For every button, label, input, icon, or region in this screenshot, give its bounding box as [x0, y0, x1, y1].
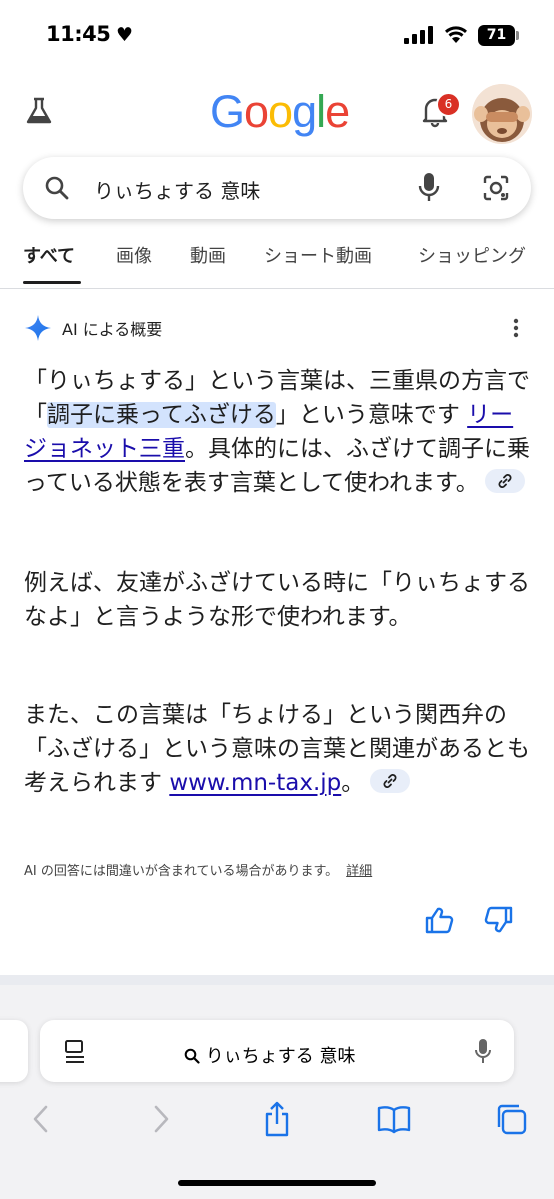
home-indicator — [178, 1180, 376, 1186]
logo-letter: o — [244, 86, 269, 137]
previous-tab-preview[interactable] — [0, 1020, 28, 1082]
notification-badge: 6 — [436, 92, 461, 117]
status-time: 11:45 — [46, 22, 111, 46]
wifi-icon — [444, 24, 468, 48]
back-chevron-icon[interactable] — [32, 1104, 50, 1138]
ai-paragraph-3: また、この言葉は「ちょける」という関西弁の「ふざける」という意味の言葉と関連があ… — [24, 698, 534, 800]
section-divider — [0, 975, 554, 985]
ai-paragraph-1: 「りぃちょする」という言葉は、三重県の方言で「調子に乗ってふざける」という意味で… — [24, 364, 534, 500]
search-icon — [44, 175, 70, 205]
tabs-overview-icon[interactable] — [494, 1102, 528, 1140]
ai-overview-title: AI による概要 — [62, 320, 163, 339]
logo-letter: l — [316, 86, 326, 137]
address-bar-text[interactable]: りぃちょする 意味 — [184, 1042, 355, 1068]
logo-letter: G — [210, 86, 245, 137]
ai-paragraph-2: 例えば、友達がふざけている時に「りぃちょするなよ」と言うような形で使われます。 — [24, 570, 530, 630]
tab-images[interactable]: 画像 — [116, 242, 152, 268]
search-input[interactable]: りぃちょする 意味 — [94, 175, 260, 204]
safari-toolbar — [0, 985, 554, 1199]
thumbs-down-icon[interactable] — [484, 906, 514, 938]
citation-link-chip[interactable] — [484, 468, 525, 493]
paragraph-text: 。 — [341, 770, 365, 796]
paragraph-text: 」という意味です — [275, 402, 468, 428]
address-mic-icon[interactable] — [474, 1038, 492, 1068]
details-link[interactable]: 詳細 — [346, 864, 372, 879]
address-search-icon — [184, 1046, 206, 1067]
bookmarks-book-icon[interactable] — [376, 1104, 412, 1138]
google-lens-camera-icon[interactable] — [482, 174, 510, 206]
logo-letter: g — [292, 86, 317, 137]
cellular-signal-icon — [404, 26, 436, 48]
share-icon[interactable] — [262, 1100, 292, 1142]
thumbs-up-icon[interactable] — [424, 906, 454, 938]
google-logo[interactable]: Google — [210, 86, 350, 138]
account-avatar[interactable] — [472, 84, 532, 144]
link-icon — [498, 473, 512, 488]
labs-flask-icon[interactable] — [24, 96, 54, 130]
heart-icon: ♥ — [116, 24, 134, 46]
tab-all[interactable]: すべて — [23, 242, 75, 268]
active-tab-indicator — [23, 281, 81, 284]
citation-link-chip[interactable] — [370, 768, 411, 793]
logo-letter: o — [268, 86, 293, 137]
link-icon — [383, 773, 397, 788]
disclaimer-text: AI の回答には間違いが含まれている場合があります。 — [24, 864, 339, 879]
ai-disclaimer: AI の回答には間違いが含まれている場合があります。 詳細 — [24, 860, 372, 879]
search-tabs: すべて 画像 動画 ショート動画 ショッピング — [0, 236, 554, 289]
source-link-mn-tax[interactable]: www.mn-tax.jp — [169, 770, 341, 796]
page-menu-icon[interactable] — [62, 1038, 88, 1068]
battery-indicator: 71 — [478, 25, 515, 46]
address-query: りぃちょする 意味 — [205, 1046, 356, 1067]
battery-nub — [516, 31, 519, 40]
voice-search-mic-icon[interactable] — [418, 172, 440, 206]
ai-sparkle-icon — [24, 314, 52, 346]
logo-letter: e — [325, 86, 350, 137]
tab-short-videos[interactable]: ショート動画 — [264, 242, 372, 268]
more-options-icon[interactable] — [512, 318, 520, 342]
tab-shopping[interactable]: ショッピング — [418, 242, 526, 268]
tab-videos[interactable]: 動画 — [190, 242, 226, 268]
forward-chevron-icon[interactable] — [152, 1104, 170, 1138]
highlighted-phrase: 調子に乗ってふざける — [47, 402, 276, 428]
